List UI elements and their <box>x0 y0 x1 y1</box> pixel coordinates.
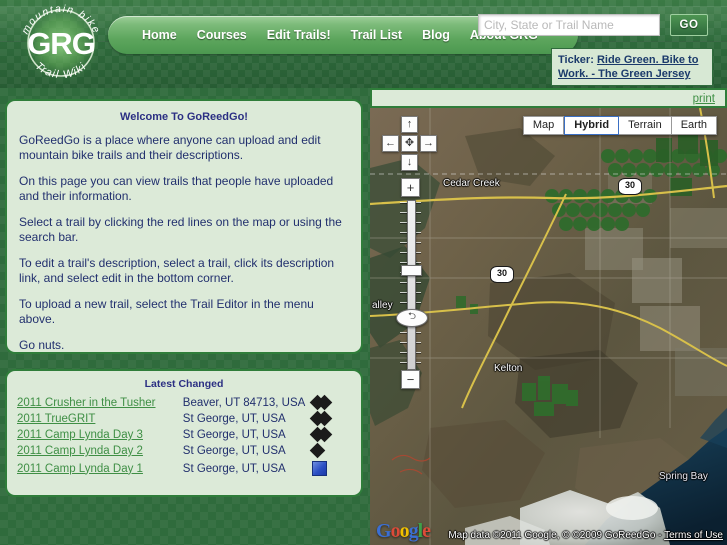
welcome-paragraph-1: GoReedGo is a place where anyone can upl… <box>19 133 321 162</box>
ticker-box: Ticker: Ride Green. Bike to Work. - The … <box>551 48 713 86</box>
latest-changed-table: 2011 Crusher in the Tusher Beaver, UT 84… <box>17 395 351 478</box>
map-area: print Cedar Creek 30 30 alley Kelton Spr… <box>370 88 727 545</box>
zoom-slider-track[interactable] <box>407 200 416 370</box>
difficulty-double-black-diamond-icon <box>309 427 351 443</box>
map-label-spring-bay: Spring Bay <box>659 471 708 482</box>
trail-location: Beaver, UT 84713, USA <box>182 397 306 409</box>
trail-link[interactable]: 2011 Camp Lynda Day 1 <box>17 463 143 475</box>
difficulty-double-black-diamond-icon <box>309 395 351 411</box>
map-label-cedar-creek: Cedar Creek <box>443 178 500 189</box>
trail-link[interactable]: 2011 Camp Lynda Day 3 <box>17 429 143 441</box>
welcome-title: Welcome To GoReedGo! <box>120 111 248 123</box>
map-shield-30-south: 30 <box>490 266 514 283</box>
latest-changed-panel: Latest Changed 2011 Crusher in the Tushe… <box>5 369 363 497</box>
nav-courses[interactable]: Courses <box>197 28 247 42</box>
nav-trail-list[interactable]: Trail List <box>351 28 402 42</box>
attribution-text: Map data ©2011 Google, © ©2009 GoReedGo … <box>448 530 665 541</box>
difficulty-double-black-diamond-icon <box>309 411 351 427</box>
map-footer: Google Map data ©2011 Google, © ©2009 Go… <box>370 519 727 545</box>
pan-down-icon[interactable]: ↓ <box>401 154 418 171</box>
pan-right-icon[interactable]: → <box>420 135 437 152</box>
nav-home[interactable]: Home <box>142 28 177 42</box>
trail-link[interactable]: 2011 Crusher in the Tusher <box>17 397 156 409</box>
map-type-terrain[interactable]: Terrain <box>619 116 672 135</box>
welcome-panel: Welcome To GoReedGo! GoReedGo is a place… <box>5 99 363 354</box>
table-row[interactable]: 2011 Camp Lynda Day 2 St George, UT, USA <box>17 443 351 459</box>
map-type-earth[interactable]: Earth <box>671 116 717 135</box>
map-shield-30-north: 30 <box>618 178 642 195</box>
ticker-prefix: Ticker: <box>558 54 597 66</box>
latest-changed-title: Latest Changed <box>144 378 224 390</box>
page-bottom-strip <box>0 530 370 545</box>
google-logo: Google <box>376 520 431 542</box>
map-canvas[interactable]: Cedar Creek 30 30 alley Kelton Spring Ba… <box>370 108 727 545</box>
welcome-paragraph-5: To upload a new trail, select the Trail … <box>19 297 314 326</box>
nav-blog[interactable]: Blog <box>422 28 450 42</box>
nav-edit-trails[interactable]: Edit Trails! <box>267 28 331 42</box>
zoom-out-button[interactable]: − <box>401 370 420 389</box>
difficulty-black-diamond-icon <box>309 443 351 459</box>
search-go-button[interactable]: GO <box>670 14 708 36</box>
zoom-slider-handle[interactable] <box>401 265 422 276</box>
welcome-paragraph-3: Select a trail by clicking the red lines… <box>19 215 342 244</box>
trail-location: St George, UT, USA <box>182 413 286 425</box>
table-row[interactable]: 2011 Crusher in the Tusher Beaver, UT 84… <box>17 395 351 411</box>
print-bar: print <box>370 88 727 108</box>
welcome-paragraph-2: On this page you can view trails that pe… <box>19 174 334 203</box>
map-label-kelton: Kelton <box>494 363 523 374</box>
pan-up-icon[interactable]: ↑ <box>401 116 418 133</box>
recenter-icon[interactable]: ✥ <box>401 135 418 152</box>
welcome-paragraph-4: To edit a trail's description, select a … <box>19 256 335 285</box>
map-type-switcher: Map Hybrid Terrain Earth <box>522 116 717 135</box>
trail-location: St George, UT, USA <box>182 462 286 475</box>
trail-link[interactable]: 2011 Camp Lynda Day 2 <box>17 445 143 457</box>
map-label-valley: alley <box>372 300 393 311</box>
table-row[interactable]: 2011 TrueGRIT St George, UT, USA <box>17 411 351 427</box>
street-view-pegman-icon[interactable]: ⮌ <box>396 309 428 327</box>
map-type-map[interactable]: Map <box>522 116 565 135</box>
search-area: GO <box>478 14 708 36</box>
logo-svg: mountain bike Trail Wiki GRG <box>19 1 103 85</box>
zoom-in-button[interactable]: + <box>401 178 420 197</box>
map-attribution: Map data ©2011 Google, © ©2009 GoReedGo … <box>448 530 723 541</box>
print-link[interactable]: print <box>693 93 715 105</box>
page-root: mountain bike Trail Wiki GRG Home Course… <box>0 0 727 545</box>
pan-left-icon[interactable]: ← <box>382 135 399 152</box>
trail-location: St George, UT, USA <box>182 429 286 441</box>
table-row[interactable]: 2011 Camp Lynda Day 3 St George, UT, USA <box>17 427 351 443</box>
svg-text:GRG: GRG <box>27 26 95 61</box>
trail-link[interactable]: 2011 TrueGRIT <box>17 413 95 425</box>
welcome-paragraph-6: Go nuts. <box>19 338 65 352</box>
trail-location: St George, UT, USA <box>182 445 286 457</box>
difficulty-blue-square-icon <box>311 459 351 478</box>
search-input[interactable] <box>478 14 660 36</box>
site-logo[interactable]: mountain bike Trail Wiki GRG <box>8 0 120 88</box>
table-row[interactable]: 2011 Camp Lynda Day 1 St George, UT, USA <box>17 459 351 478</box>
map-type-hybrid[interactable]: Hybrid <box>564 116 620 135</box>
site-header: mountain bike Trail Wiki GRG Home Course… <box>0 0 727 88</box>
terms-of-use-link[interactable]: Terms of Use <box>664 530 723 541</box>
